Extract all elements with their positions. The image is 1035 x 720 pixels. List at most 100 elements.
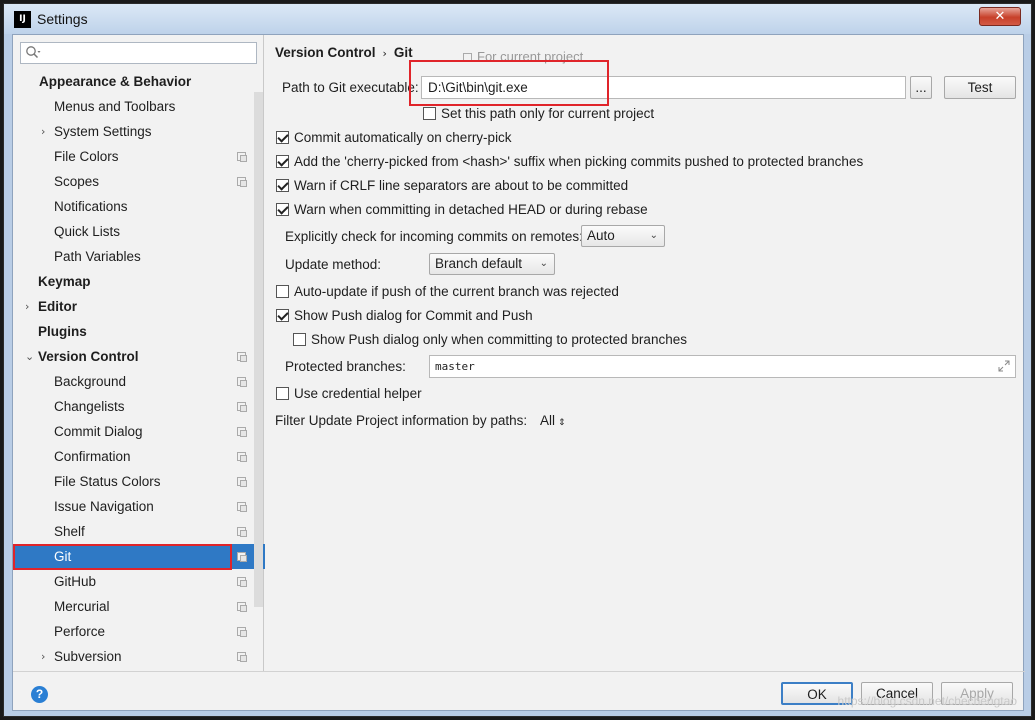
- sidebar-item-version-control[interactable]: ⌄ Version Control: [13, 344, 253, 369]
- sidebar-item-system-settings[interactable]: › System Settings: [13, 119, 253, 144]
- up-down-arrows-icon: ⇕: [558, 418, 566, 428]
- intellij-app-icon: IJ: [14, 11, 31, 28]
- settings-search-input[interactable]: [20, 42, 257, 64]
- sidebar-item-file-status-colors[interactable]: File Status Colors: [13, 469, 253, 494]
- chevron-right-icon[interactable]: ›: [25, 294, 29, 319]
- auto-update-box[interactable]: [276, 285, 289, 298]
- sidebar-item-background[interactable]: Background: [13, 369, 253, 394]
- project-scope-icon: [237, 177, 247, 187]
- sidebar-item-commit-dialog[interactable]: Commit Dialog: [13, 419, 253, 444]
- project-scope-icon: [237, 402, 247, 412]
- sidebar-item-plugins[interactable]: Plugins: [13, 319, 253, 344]
- settings-tree: Appearance & Behavior Menus and Toolbars ›…: [13, 69, 265, 669]
- set-path-only-box[interactable]: [423, 107, 436, 120]
- incoming-commits-value: Auto: [587, 228, 615, 243]
- breadcrumb-current: Git: [393, 45, 413, 60]
- sidebar-item-path-variables[interactable]: Path Variables: [13, 244, 253, 269]
- project-scope-icon: [237, 352, 247, 362]
- sidebar-item-label: Subversion: [54, 649, 122, 664]
- project-scope-icon: [237, 502, 247, 512]
- sidebar-item-label: Changelists: [54, 399, 125, 414]
- update-method-value: Branch default: [435, 256, 523, 271]
- browse-path-button[interactable]: ...: [910, 76, 932, 99]
- cherry-pick-suffix-checkbox[interactable]: Add the 'cherry-picked from <hash>' suff…: [276, 154, 863, 169]
- warn-crlf-box[interactable]: [276, 179, 289, 192]
- protected-branches-label: Protected branches:: [285, 359, 406, 374]
- sidebar-item-label: Quick Lists: [54, 224, 121, 239]
- incoming-commits-select[interactable]: Auto ⌄: [581, 225, 665, 247]
- filter-update-value: All: [540, 413, 556, 428]
- sidebar-item-keymap[interactable]: Keymap: [13, 269, 253, 294]
- warn-detached-head-label: Warn when committing in detached HEAD or…: [294, 202, 648, 217]
- sidebar-item-mercurial[interactable]: Mercurial: [13, 594, 253, 619]
- sidebar-item-label: Plugins: [38, 324, 87, 339]
- sidebar-item-appearance-behavior[interactable]: Appearance & Behavior: [13, 69, 253, 94]
- close-window-button[interactable]: ✕: [979, 7, 1021, 26]
- sidebar-item-changelists[interactable]: Changelists: [13, 394, 253, 419]
- auto-update-checkbox[interactable]: Auto-update if push of the current branc…: [276, 284, 619, 299]
- sidebar-item-github[interactable]: GitHub: [13, 569, 253, 594]
- sidebar-item-shelf[interactable]: Shelf: [13, 519, 253, 544]
- sidebar-item-file-colors[interactable]: File Colors: [13, 144, 253, 169]
- chevron-right-icon[interactable]: ›: [41, 119, 45, 144]
- breadcrumb-separator-icon: ›: [382, 47, 387, 60]
- cherry-pick-suffix-label: Add the 'cherry-picked from <hash>' suff…: [294, 154, 864, 169]
- sidebar-item-label: Version Control: [38, 349, 139, 364]
- highlight-git-annotation: [13, 544, 232, 570]
- watermark-text: https://blog.csdn.net/chechengtao: [837, 694, 1017, 708]
- sidebar-item-scopes[interactable]: Scopes: [13, 169, 253, 194]
- credential-helper-checkbox[interactable]: Use credential helper: [276, 386, 422, 401]
- sidebar-item-menus-and-toolbars[interactable]: Menus and Toolbars: [13, 94, 253, 119]
- incoming-commits-label: Explicitly check for incoming commits on…: [285, 229, 583, 244]
- sidebar-item-label: System Settings: [54, 124, 152, 139]
- sidebar-item-label: Menus and Toolbars: [54, 99, 176, 114]
- expand-icon[interactable]: [998, 360, 1010, 372]
- cherry-pick-suffix-box[interactable]: [276, 155, 289, 168]
- breadcrumb-parent[interactable]: Version Control: [275, 45, 376, 60]
- sidebar-item-subversion[interactable]: › Subversion: [13, 644, 253, 669]
- update-method-label: Update method:: [285, 257, 382, 272]
- search-icon: [26, 46, 41, 59]
- show-push-dialog-checkbox[interactable]: Show Push dialog for Commit and Push: [276, 308, 533, 323]
- show-push-dialog-box[interactable]: [276, 309, 289, 322]
- sidebar-item-quick-lists[interactable]: Quick Lists: [13, 219, 253, 244]
- help-icon[interactable]: ?: [31, 686, 48, 703]
- sidebar-scrollbar[interactable]: [254, 92, 263, 607]
- show-push-protected-checkbox[interactable]: Show Push dialog only when committing to…: [293, 332, 687, 347]
- breadcrumb: Version Control › Git: [275, 45, 413, 60]
- project-scope-icon: [237, 452, 247, 462]
- warn-crlf-label: Warn if CRLF line separators are about t…: [294, 178, 629, 193]
- cherry-pick-commit-box[interactable]: [276, 131, 289, 144]
- sidebar-item-label: Keymap: [38, 274, 91, 289]
- chevron-right-icon[interactable]: ›: [41, 644, 45, 669]
- sidebar-item-label: Scopes: [54, 174, 100, 189]
- auto-update-label: Auto-update if push of the current branc…: [294, 284, 619, 299]
- protected-branches-input[interactable]: master: [429, 355, 1016, 378]
- warn-crlf-checkbox[interactable]: Warn if CRLF line separators are about t…: [276, 178, 628, 193]
- sidebar-item-label: Notifications: [54, 199, 128, 214]
- sidebar-item-label: Shelf: [54, 524, 85, 539]
- project-scope-icon: [237, 377, 247, 387]
- test-button[interactable]: Test: [944, 76, 1016, 99]
- sidebar-item-editor[interactable]: › Editor: [13, 294, 253, 319]
- git-settings-panel: Version Control › Git For current project …: [265, 35, 1025, 671]
- sidebar-item-perforce[interactable]: Perforce: [13, 619, 253, 644]
- window-title: Settings: [37, 11, 88, 27]
- credential-helper-box[interactable]: [276, 387, 289, 400]
- set-path-only-checkbox[interactable]: Set this path only for current project: [423, 106, 654, 121]
- sidebar-item-notifications[interactable]: Notifications: [13, 194, 253, 219]
- project-scope-icon: [237, 527, 247, 537]
- chevron-down-icon[interactable]: ⌄: [25, 344, 34, 369]
- warn-detached-head-box[interactable]: [276, 203, 289, 216]
- sidebar-item-label: File Colors: [54, 149, 119, 164]
- update-method-select[interactable]: Branch default ⌄: [429, 253, 555, 275]
- filter-update-select[interactable]: All ⇕: [540, 413, 566, 428]
- highlight-path-annotation: [409, 60, 609, 106]
- show-push-protected-box[interactable]: [293, 333, 306, 346]
- sidebar-item-confirmation[interactable]: Confirmation: [13, 444, 253, 469]
- sidebar-item-label: Appearance & Behavior: [39, 74, 192, 89]
- cherry-pick-commit-checkbox[interactable]: Commit automatically on cherry-pick: [276, 130, 512, 145]
- chevron-down-icon: ⌄: [649, 230, 658, 241]
- warn-detached-head-checkbox[interactable]: Warn when committing in detached HEAD or…: [276, 202, 648, 217]
- sidebar-item-issue-navigation[interactable]: Issue Navigation: [13, 494, 253, 519]
